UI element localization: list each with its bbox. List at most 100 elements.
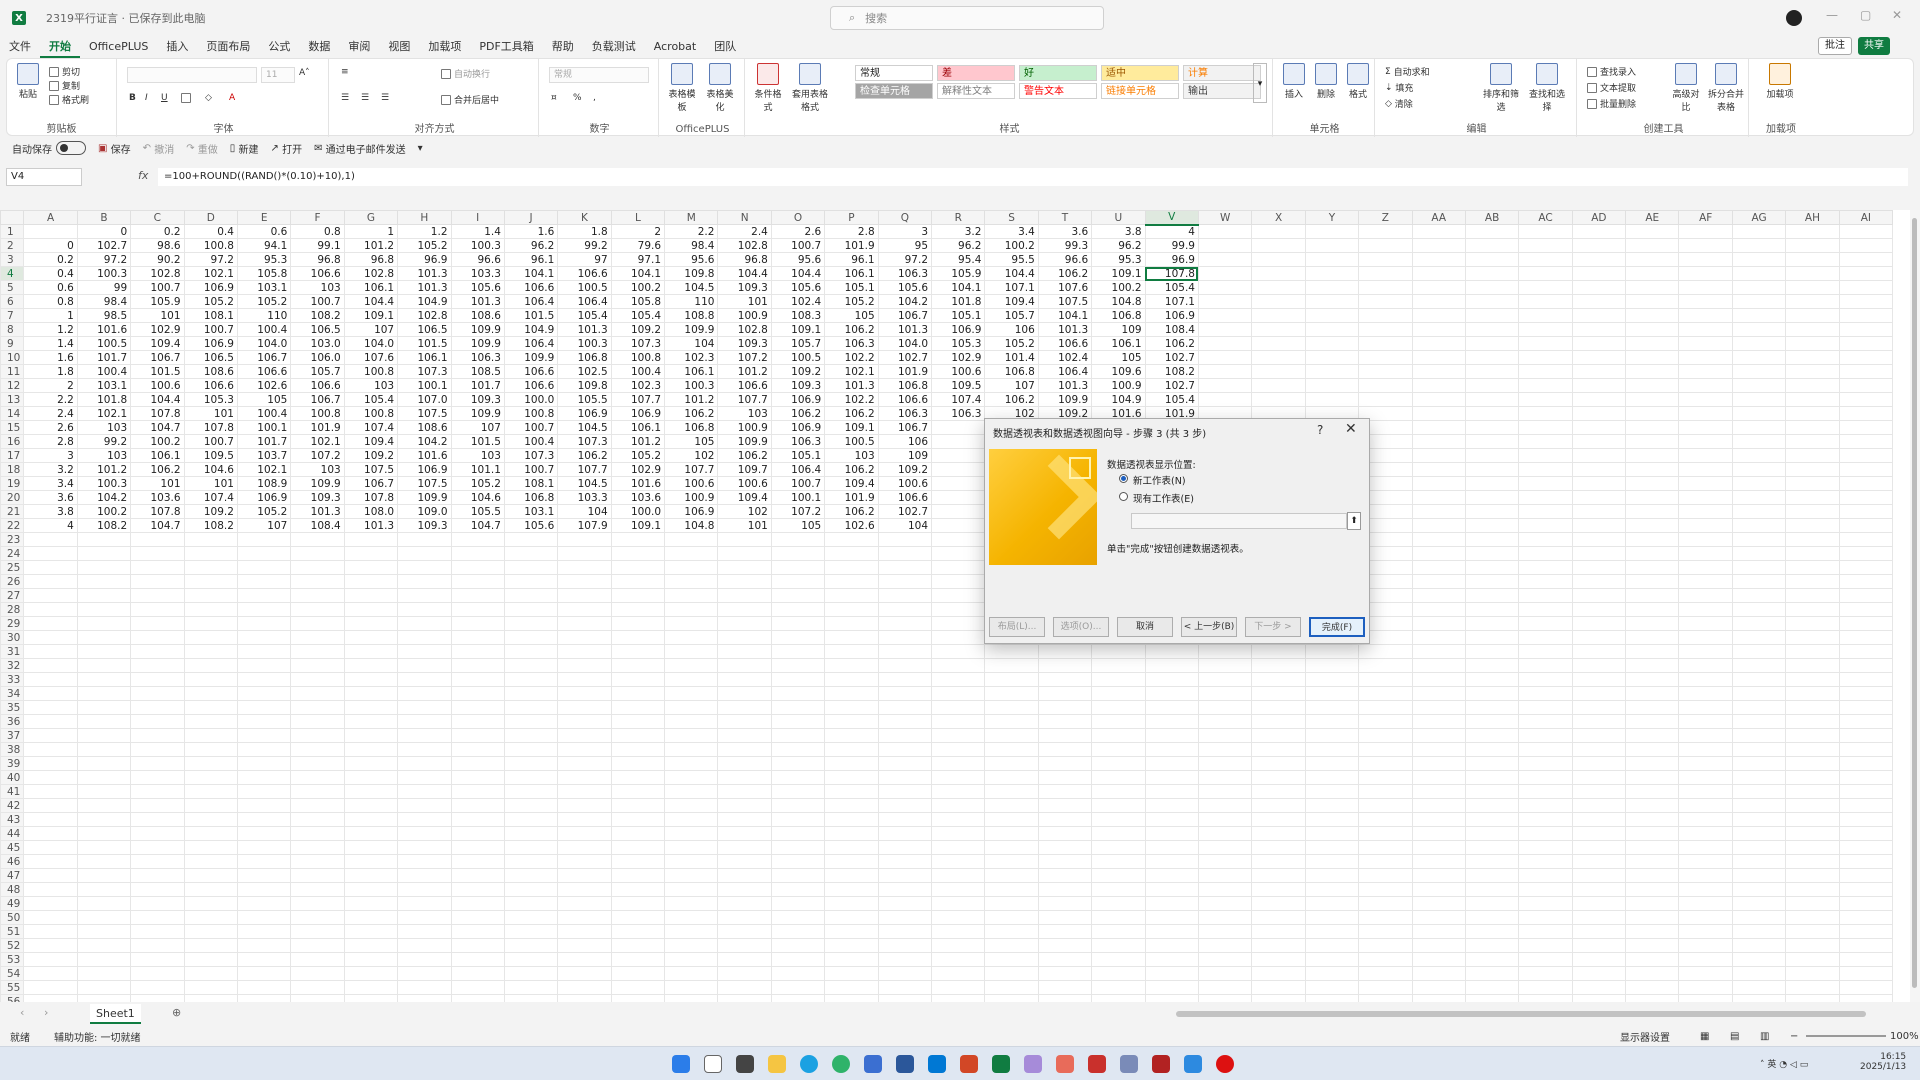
cell[interactable] xyxy=(931,462,986,477)
cell[interactable]: 109.4 xyxy=(343,434,399,449)
cell[interactable]: 95.3 xyxy=(1091,252,1146,267)
cell[interactable]: 107.3 xyxy=(503,448,559,463)
fill-color-button[interactable]: ◇ xyxy=(205,93,212,103)
cell[interactable] xyxy=(1571,980,1627,995)
cell[interactable] xyxy=(397,574,452,589)
cell[interactable] xyxy=(1731,238,1787,253)
cell[interactable] xyxy=(1838,826,1894,841)
cell[interactable] xyxy=(1304,854,1360,869)
cell[interactable] xyxy=(343,602,399,617)
cell[interactable] xyxy=(130,784,185,799)
cell[interactable]: 102.2 xyxy=(824,350,879,365)
cell[interactable] xyxy=(1678,546,1733,561)
cell[interactable] xyxy=(183,546,238,561)
cell[interactable] xyxy=(1197,980,1253,995)
cell[interactable] xyxy=(1197,700,1253,715)
cell[interactable] xyxy=(1518,924,1573,939)
cell[interactable]: 3 xyxy=(23,448,78,463)
worksheet-grid[interactable]: A B C D E F G H I J K L M N O P Q R S T U V W X Y Z AA AB AC AD AE AF AG… xyxy=(0,210,1910,1002)
cell[interactable] xyxy=(770,616,826,631)
cell[interactable] xyxy=(717,882,772,897)
cell[interactable] xyxy=(1091,672,1146,687)
cell[interactable] xyxy=(1518,644,1573,659)
cell[interactable]: 108.2 xyxy=(183,518,238,533)
cell[interactable] xyxy=(931,924,986,939)
cell[interactable]: 108.1 xyxy=(183,308,238,323)
cell[interactable]: 102.5 xyxy=(557,364,612,379)
cell[interactable]: 104.9 xyxy=(503,322,559,337)
cell[interactable] xyxy=(1838,812,1894,827)
cell[interactable] xyxy=(236,882,292,897)
cell[interactable] xyxy=(397,658,452,673)
cell[interactable] xyxy=(450,560,505,575)
column-header[interactable]: S xyxy=(984,210,1039,225)
cell[interactable]: 102.9 xyxy=(610,462,666,477)
cell[interactable] xyxy=(1838,434,1894,449)
cell[interactable] xyxy=(1731,686,1787,701)
cell[interactable] xyxy=(1251,686,1306,701)
cell[interactable] xyxy=(1678,924,1733,939)
cell[interactable]: 108.2 xyxy=(76,518,132,533)
cell[interactable] xyxy=(503,938,559,953)
cell[interactable]: 104.7 xyxy=(130,518,185,533)
cell[interactable]: 100.8 xyxy=(183,238,238,253)
cell[interactable] xyxy=(183,728,238,743)
cell[interactable] xyxy=(130,882,185,897)
cell[interactable] xyxy=(450,686,505,701)
cell[interactable] xyxy=(717,952,772,967)
cell[interactable] xyxy=(1518,532,1573,547)
cell[interactable]: 101.9 xyxy=(877,364,933,379)
cell[interactable]: 109.9 xyxy=(664,322,719,337)
cell[interactable] xyxy=(1197,938,1253,953)
cell[interactable] xyxy=(1411,826,1466,841)
cell[interactable] xyxy=(1464,644,1520,659)
cell[interactable] xyxy=(1518,560,1573,575)
cell[interactable]: 102.7 xyxy=(877,350,933,365)
cell[interactable] xyxy=(1518,672,1573,687)
cell[interactable] xyxy=(1678,700,1733,715)
cell[interactable] xyxy=(1144,994,1199,1002)
cell[interactable] xyxy=(1625,672,1680,687)
column-header[interactable]: E xyxy=(236,210,292,225)
cell[interactable] xyxy=(770,840,826,855)
cell[interactable] xyxy=(824,532,879,547)
format-painter-button[interactable]: 格式刷 xyxy=(49,93,89,106)
cell[interactable] xyxy=(717,672,772,687)
cell[interactable] xyxy=(1358,742,1413,757)
cell[interactable] xyxy=(1251,924,1306,939)
cell[interactable] xyxy=(290,910,345,925)
powerpoint-icon[interactable] xyxy=(960,1055,978,1073)
cell[interactable] xyxy=(1144,784,1199,799)
cell[interactable] xyxy=(1678,406,1733,421)
cell[interactable] xyxy=(984,994,1039,1002)
cell[interactable] xyxy=(1411,630,1466,645)
cell[interactable] xyxy=(1571,504,1627,519)
column-header[interactable]: AC xyxy=(1518,210,1573,225)
cell[interactable] xyxy=(1464,994,1520,1002)
tab-4[interactable]: 页面布局 xyxy=(197,36,259,58)
cell[interactable] xyxy=(76,868,132,883)
cell[interactable] xyxy=(1251,994,1306,1002)
cell[interactable] xyxy=(824,840,879,855)
cell[interactable] xyxy=(1785,714,1840,729)
cell[interactable] xyxy=(1785,546,1840,561)
cell[interactable]: 101.9 xyxy=(824,490,879,505)
cell[interactable]: 101.3 xyxy=(557,322,612,337)
cell[interactable]: 101.1 xyxy=(450,462,505,477)
cell[interactable] xyxy=(1625,994,1680,1002)
cell[interactable] xyxy=(557,784,612,799)
cell[interactable] xyxy=(1464,966,1520,981)
cell[interactable] xyxy=(130,840,185,855)
column-header[interactable]: T xyxy=(1037,210,1093,225)
cell[interactable] xyxy=(1678,560,1733,575)
cell[interactable] xyxy=(1731,280,1787,295)
cell[interactable] xyxy=(1197,714,1253,729)
music-icon[interactable] xyxy=(1024,1055,1042,1073)
cell[interactable] xyxy=(1731,546,1787,561)
cell[interactable] xyxy=(236,742,292,757)
display-settings[interactable]: 显示器设置 xyxy=(1620,1029,1670,1044)
cell[interactable] xyxy=(1678,812,1733,827)
column-header[interactable]: B xyxy=(76,210,132,225)
cell[interactable]: 3.8 xyxy=(23,504,78,519)
grow-font-button[interactable]: A˄ xyxy=(299,68,310,78)
